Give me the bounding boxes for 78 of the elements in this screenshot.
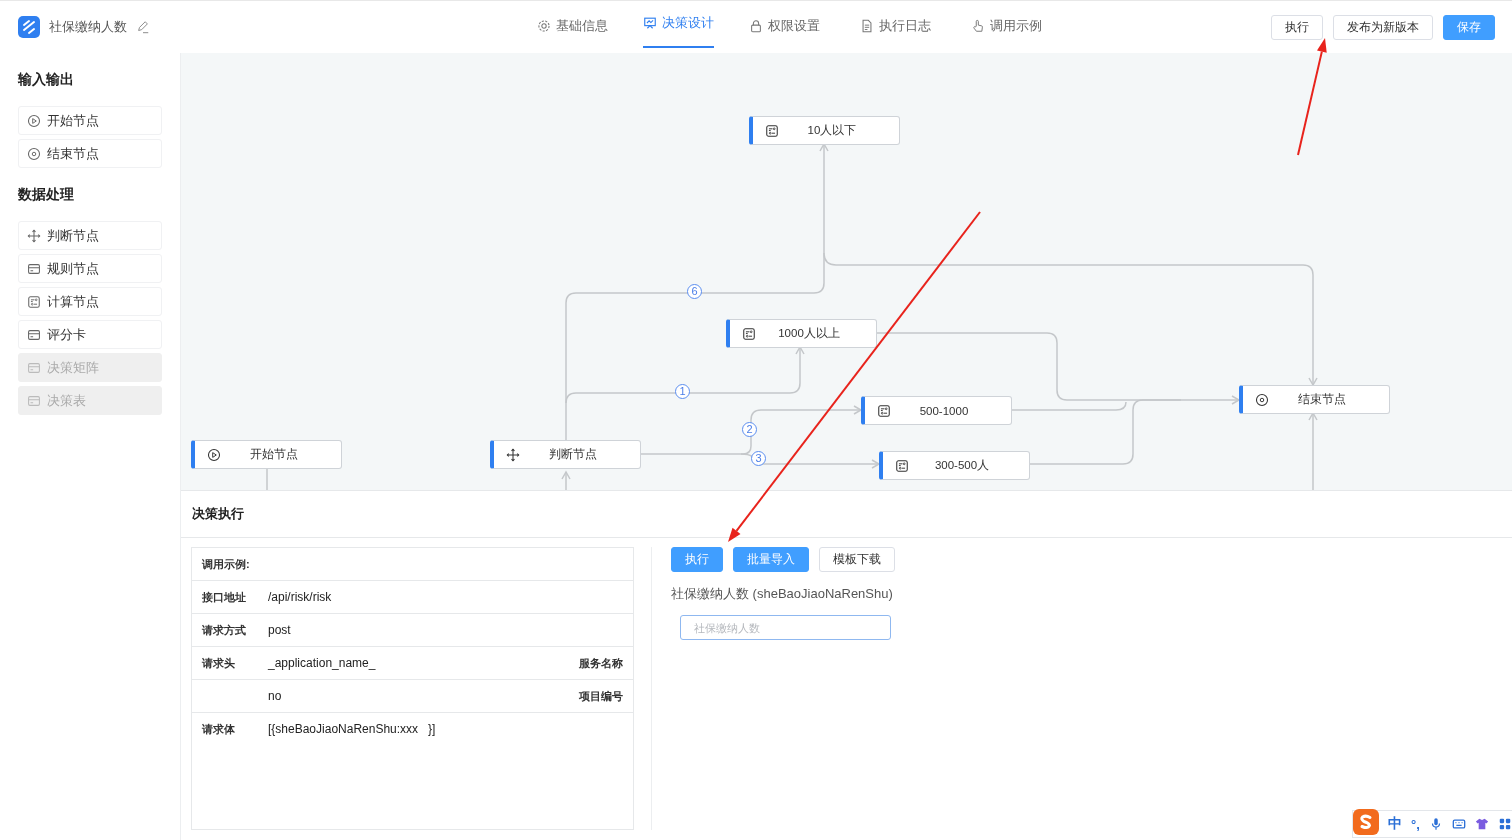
node-label: 开始节点 bbox=[249, 447, 299, 462]
table-value: _application_name_ bbox=[268, 656, 377, 670]
shirt-icon[interactable] bbox=[1474, 817, 1489, 831]
table-label: 请求方式 bbox=[202, 622, 247, 638]
calculator-icon bbox=[765, 123, 779, 138]
calculator-icon bbox=[895, 458, 909, 473]
grid-icon[interactable] bbox=[1497, 817, 1512, 831]
document-icon bbox=[860, 19, 874, 33]
edge-number-badge: 3 bbox=[751, 451, 766, 466]
table-heading: 调用示例: bbox=[202, 556, 251, 572]
table-label: 请求头 bbox=[202, 655, 236, 671]
nav-tab[interactable]: 权限设置 bbox=[729, 0, 840, 54]
flow-node[interactable]: 10人以下 bbox=[749, 116, 900, 145]
table-value: /api/risk/risk bbox=[268, 590, 333, 604]
edge-number-badge: 6 bbox=[687, 284, 702, 299]
node-palette-item[interactable]: 评分卡 bbox=[18, 320, 162, 349]
node-label: 10人以下 bbox=[806, 123, 858, 138]
pointing-hand-icon bbox=[971, 19, 985, 33]
presentation-board-icon bbox=[643, 16, 657, 30]
node-label: 判断节点 bbox=[548, 447, 598, 462]
table-value: [{sheBaoJiaoNaRenShu:xxx }] bbox=[268, 722, 437, 736]
toolbar-button[interactable]: 执行 bbox=[1271, 14, 1323, 40]
table-value: no bbox=[268, 689, 283, 703]
card-icon bbox=[27, 261, 41, 276]
flow-node[interactable]: 开始节点 bbox=[191, 440, 342, 469]
stop-circle-icon bbox=[27, 146, 41, 161]
move-arrows-icon bbox=[506, 447, 520, 462]
calculator-icon bbox=[877, 403, 891, 418]
node-palette-item[interactable]: 开始节点 bbox=[18, 106, 162, 135]
table-label: 请求体 bbox=[202, 722, 236, 737]
node-palette-item[interactable]: 计算节点 bbox=[18, 287, 162, 316]
card-icon bbox=[27, 327, 41, 342]
flow-node[interactable]: 判断节点 bbox=[490, 440, 641, 469]
nav-tab[interactable]: 基础信息 bbox=[517, 0, 628, 54]
input-mode-toggle[interactable]: 中 bbox=[1388, 815, 1402, 833]
node-palette-item[interactable]: 规则节点 bbox=[18, 254, 162, 283]
card-icon bbox=[27, 393, 41, 408]
action-button[interactable]: 模板下载 bbox=[819, 547, 895, 572]
page-title: 社保缴纳人数 bbox=[49, 18, 127, 36]
play-circle-icon bbox=[27, 113, 41, 128]
nav-tab[interactable]: 决策设计 bbox=[643, 0, 714, 48]
edit-icon[interactable] bbox=[136, 20, 150, 34]
panel-title: 决策执行 bbox=[181, 491, 1512, 538]
gear-icon bbox=[537, 19, 551, 33]
toolbar-button[interactable]: 发布为新版本 bbox=[1333, 14, 1433, 40]
node-label: 300-500人 bbox=[933, 458, 991, 473]
flow-node[interactable]: 结束节点 bbox=[1239, 385, 1390, 414]
play-circle-icon bbox=[207, 447, 221, 462]
field-label: 社保缴纳人数 (sheBaoJiaoNaRenShu) bbox=[671, 585, 893, 603]
nav-tab[interactable]: 调用示例 bbox=[951, 0, 1062, 54]
flow-node[interactable]: 500-1000 bbox=[861, 396, 1012, 425]
nav-tab[interactable]: 执行日志 bbox=[840, 0, 951, 54]
move-arrows-icon bbox=[27, 228, 41, 243]
edge-number-badge: 1 bbox=[675, 384, 690, 399]
table-value: post bbox=[268, 623, 292, 637]
node-label: 结束节点 bbox=[1297, 392, 1347, 407]
node-label: 500-1000 bbox=[918, 404, 970, 417]
node-label: 1000人以上 bbox=[777, 326, 841, 341]
keyboard-icon[interactable] bbox=[1451, 817, 1466, 831]
edge-number-badge: 2 bbox=[742, 422, 757, 437]
input-field[interactable]: 社保缴纳人数 bbox=[680, 615, 891, 640]
calculator-icon bbox=[27, 294, 41, 309]
lock-icon bbox=[749, 19, 763, 33]
punctuation-toggle[interactable]: °, bbox=[1411, 816, 1420, 832]
card-icon bbox=[27, 360, 41, 375]
flow-node[interactable]: 300-500人 bbox=[879, 451, 1030, 480]
table-note: 项目编号 bbox=[579, 688, 623, 704]
flow-node[interactable]: 1000人以上 bbox=[726, 319, 877, 348]
stop-circle-icon bbox=[1255, 392, 1269, 407]
section-heading: 数据处理 bbox=[18, 186, 75, 204]
section-heading: 输入输出 bbox=[18, 71, 75, 89]
connector-arrow bbox=[561, 470, 571, 490]
node-palette-item[interactable]: 判断节点 bbox=[18, 221, 162, 250]
calculator-icon bbox=[742, 326, 756, 341]
app-logo-icon bbox=[18, 16, 40, 38]
table-note: 服务名称 bbox=[579, 655, 623, 671]
node-palette-item[interactable]: 结束节点 bbox=[18, 139, 162, 168]
table-label: 接口地址 bbox=[202, 589, 247, 605]
